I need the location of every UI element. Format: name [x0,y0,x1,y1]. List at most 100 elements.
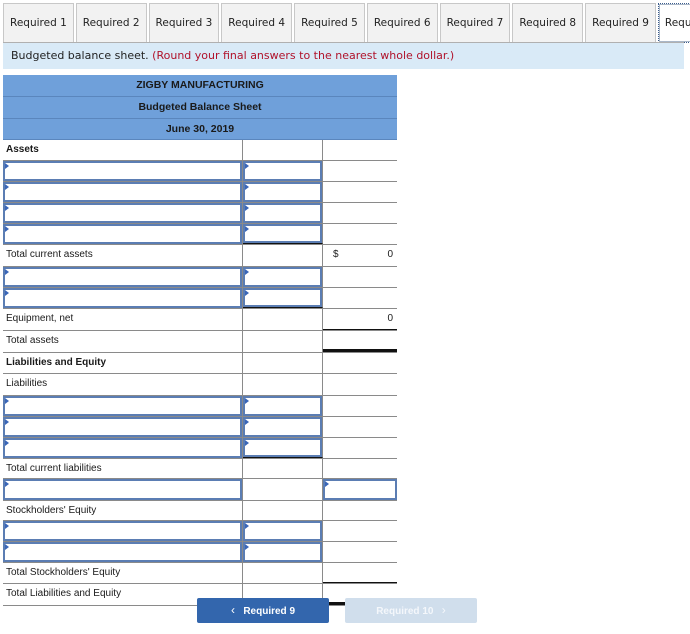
row-total-assets: Total assets [3,331,397,353]
equipment-net-value: 0 [387,313,393,324]
total-stockholders-equity-label: Total Stockholders' Equity [3,563,243,583]
equity-2-label-input[interactable] [3,542,242,562]
current-asset-1-label-input[interactable] [3,161,242,181]
cell-empty [323,459,397,478]
cell-empty [323,438,397,458]
previous-required-button[interactable]: ‹ Required 9 [197,598,329,623]
row-equity-1 [3,521,397,542]
liability-3-label-input[interactable] [3,438,242,458]
statement-date: June 30, 2019 [3,119,397,140]
instruction-note: (Round your final answers to the nearest… [152,49,455,62]
cell-empty [323,542,397,562]
liability-2-label-input[interactable] [3,417,242,437]
cell-empty [323,203,397,223]
liability-1-label-input[interactable] [3,396,242,416]
cell-empty [243,479,323,500]
tab-bar: Required 1 Required 2 Required 3 Require… [3,3,690,43]
row-liability-1 [3,396,397,417]
total-current-assets-label: Total current assets [3,245,243,266]
noncurrent-asset-2-amount-input[interactable] [243,288,322,307]
cell-empty [243,353,323,373]
tab-required-1[interactable]: Required 1 [3,3,74,43]
cell-empty [243,331,323,352]
row-total-current-assets: Total current assets $ 0 [3,245,397,267]
total-current-assets-cell: $ 0 [323,245,397,266]
liability-1-amount-input[interactable] [243,396,322,416]
row-noncurrent-asset-1 [3,267,397,288]
row-current-asset-3 [3,203,397,224]
row-total-stockholders-equity: Total Stockholders' Equity [3,563,397,584]
cell-empty [323,417,397,437]
cell-empty [323,501,397,520]
row-stockholders-equity-heading: Stockholders' Equity [3,501,397,521]
cell-empty [243,374,323,395]
cell-empty [323,374,397,395]
stockholders-equity-heading: Stockholders' Equity [3,501,243,520]
current-asset-3-label-input[interactable] [3,203,242,223]
row-liability-2 [3,417,397,438]
next-button-label: Required 10 [376,606,434,617]
liability-2-amount-input[interactable] [243,417,322,437]
equity-2-amount-input[interactable] [243,542,322,562]
equipment-net-label: Equipment, net [3,309,243,330]
cell-empty [323,267,397,287]
current-asset-2-label-input[interactable] [3,182,242,202]
total-current-liabilities-label: Total current liabilities [3,459,243,478]
noncurrent-liability-amount-input[interactable] [323,479,397,500]
total-assets-label: Total assets [3,331,243,352]
row-liabilities-equity-heading: Liabilities and Equity [3,353,397,374]
equity-1-amount-input[interactable] [243,521,322,541]
tab-required-4[interactable]: Required 4 [221,3,293,43]
equipment-net-cell: 0 [323,309,397,330]
row-assets-heading: Assets [3,140,397,161]
instruction-text: Budgeted balance sheet. [11,49,149,62]
current-asset-4-label-input[interactable] [3,224,242,244]
statement-title: Budgeted Balance Sheet [3,97,397,119]
cell-empty [323,182,397,202]
chevron-left-icon: ‹ [230,603,235,617]
liabilities-heading: Liabilities [3,374,243,395]
tab-required-3[interactable]: Required 3 [148,3,220,43]
tab-required-7[interactable]: Required 7 [439,3,511,43]
current-asset-2-amount-input[interactable] [243,182,322,202]
row-noncurrent-liability [3,479,397,501]
tab-required-2[interactable]: Required 2 [75,3,147,43]
cell-empty [323,140,397,160]
total-stockholders-equity-cell [323,563,397,583]
assets-heading: Assets [3,140,243,160]
noncurrent-liability-label-input[interactable] [3,479,242,500]
previous-button-label: Required 9 [243,606,296,617]
cell-empty [323,521,397,541]
liabilities-equity-heading: Liabilities and Equity [3,353,243,373]
equity-1-label-input[interactable] [3,521,242,541]
cell-empty [323,224,397,244]
total-assets-cell [323,331,397,352]
row-equity-2 [3,542,397,563]
current-asset-4-amount-input[interactable] [243,224,322,243]
row-total-current-liabilities: Total current liabilities [3,459,397,479]
currency-symbol: $ [333,249,339,260]
tab-required-9[interactable]: Required 9 [585,3,656,43]
current-asset-3-amount-input[interactable] [243,203,322,223]
cell-empty [243,309,323,330]
tab-required-5[interactable]: Required 5 [294,3,365,43]
next-required-button[interactable]: Required 10 › [345,598,477,623]
total-current-assets-value: 0 [387,249,393,260]
noncurrent-asset-2-label-input[interactable] [3,288,242,308]
tab-required-10[interactable]: Required 10 [657,3,690,43]
cell-empty [243,501,323,520]
liability-3-amount-input[interactable] [243,438,322,457]
cell-empty [323,396,397,416]
row-current-asset-2 [3,182,397,203]
noncurrent-asset-1-amount-input[interactable] [243,267,322,287]
noncurrent-asset-1-label-input[interactable] [3,267,242,287]
company-name: ZIGBY MANUFACTURING [3,75,397,97]
cell-empty [243,459,323,478]
cell-empty [243,140,323,160]
cell-empty [243,245,323,266]
tab-required-8[interactable]: Required 8 [512,3,584,43]
current-asset-1-amount-input[interactable] [243,161,322,181]
chevron-right-icon: › [441,603,446,617]
cell-empty [323,288,397,308]
tab-required-6[interactable]: Required 6 [366,3,438,43]
